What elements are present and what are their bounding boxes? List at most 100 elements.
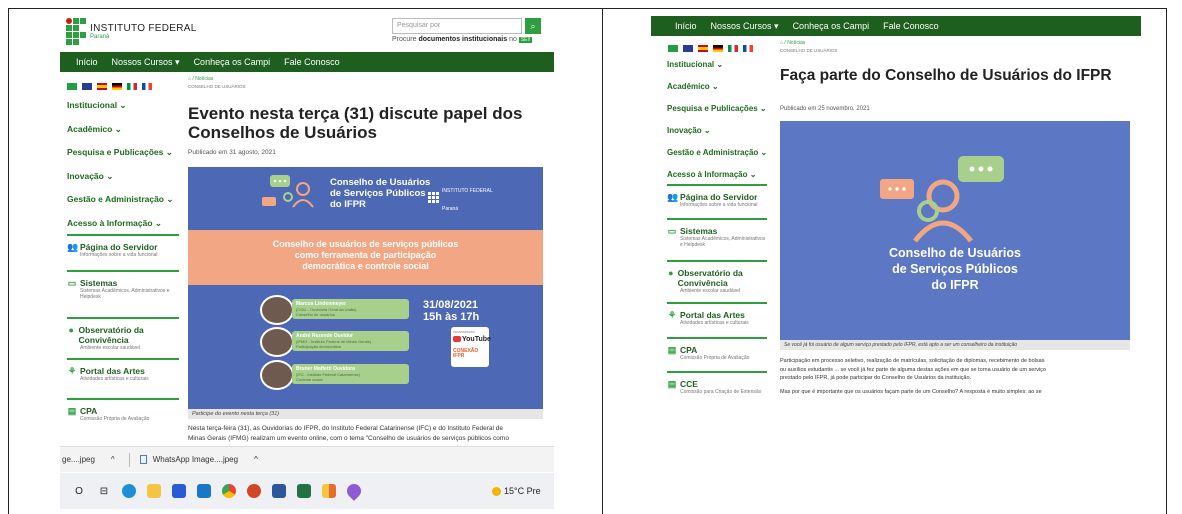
logo-sub: Paraná [90, 34, 110, 40]
chat-icon: ● [68, 325, 74, 335]
speaker-topic: Conselho de usuários [296, 312, 335, 317]
task-view-icon[interactable]: ⊟ [97, 484, 111, 498]
menu-gestao[interactable]: Gestão e Administração ⌄ [67, 194, 179, 218]
breadcrumb[interactable]: ⌂ / Notícias [188, 76, 213, 82]
side-menu: Institucional ⌄ Acadêmico ⌄ Pesquisa e P… [667, 60, 779, 192]
menu-gestao[interactable]: Gestão e Administração ⌄ [667, 148, 779, 170]
side-link-cpa[interactable]: ▤ CPA Comissão Própria de Avaliação [667, 337, 767, 371]
speaker-card: André Rezende Ouvidor (IFMG - Instituto … [292, 331, 409, 351]
nav-item-inicio[interactable]: Início [675, 21, 697, 31]
edge-browser-icon[interactable] [122, 484, 136, 498]
download-item-2[interactable]: WhatsApp Image....jpeg [153, 455, 238, 464]
side-link-cce[interactable]: ▤ CCE Comissão para Criação de Extensão [667, 371, 767, 407]
language-flags [668, 45, 753, 52]
flag-spain-icon[interactable] [698, 45, 708, 52]
weather-widget[interactable]: 15°C Pre [492, 486, 541, 496]
weather-text: 15°C Pre [504, 486, 541, 496]
side-link-title: Sistemas [680, 226, 718, 236]
side-link-portal-artes[interactable]: ⚘ Portal das Artes Atividades artísticas … [67, 358, 179, 394]
event-banner-image: Conselho de Usuários de Serviços Público… [188, 167, 543, 409]
banner-title: Conselho de Usuários de Serviços Público… [780, 245, 1130, 293]
nav-item-cursos[interactable]: Nossos Cursos ▾ [112, 57, 180, 68]
breadcrumb[interactable]: ⌂ / Notícias [780, 40, 805, 46]
main-nav: Início Nossos Cursos ▾ Conheça os Campi … [60, 52, 554, 72]
search-button[interactable]: ⌕ [525, 18, 541, 34]
theater-icon: ⚘ [667, 310, 677, 320]
flag-germany-icon[interactable] [112, 83, 122, 90]
menu-academico[interactable]: Acadêmico ⌄ [67, 124, 179, 148]
side-link-portal-artes[interactable]: ⚘ Portal das Artes Atividades artísticas … [667, 302, 767, 336]
banner-logo-sub: Paraná [442, 206, 459, 212]
side-link-sistemas[interactable]: ▭ Sistemas Sistemas Acadêmicos, Administr… [67, 270, 179, 310]
download-item-1-menu[interactable]: ^ [111, 455, 115, 464]
flag-spain-icon[interactable] [97, 83, 107, 90]
menu-institucional[interactable]: Institucional ⌄ [67, 100, 179, 124]
flag-france-icon[interactable] [743, 45, 753, 52]
flag-italy-icon[interactable] [728, 45, 738, 52]
council-banner-image: Conselho de Usuários de Serviços Público… [780, 121, 1130, 340]
nav-item-cursos[interactable]: Nossos Cursos ▾ [711, 21, 779, 32]
side-link-sub: Informações sobre a vida funcional [80, 252, 158, 258]
menu-institucional[interactable]: Institucional ⌄ [667, 60, 779, 82]
banner-theme-line: Conselho de usuários de serviços público… [272, 239, 459, 249]
search-icon: ⌕ [530, 21, 536, 31]
banner-ifpr-logo: INSTITUTO FEDERAL Paraná [428, 179, 493, 215]
side-link-sub: Sistemas Acadêmicos, Administrativos e H… [80, 288, 170, 300]
menu-pesquisa[interactable]: Pesquisa e Publicações ⌄ [67, 147, 179, 171]
nav-item-contato[interactable]: Fale Conosco [883, 21, 939, 31]
side-link-observatorio[interactable]: ● Observatório da Convivência Ambiente es… [67, 317, 179, 363]
flag-brazil-icon[interactable] [668, 45, 678, 52]
side-link-pagina-servidor[interactable]: 👥 Página do Servidor Informações sobre a … [67, 234, 179, 268]
article-body-line: Minas Gerais (IFMG) realizam um evento o… [188, 435, 509, 442]
menu-academico[interactable]: Acadêmico ⌄ [667, 82, 779, 104]
illustration-people-chat [880, 156, 1004, 243]
flag-uk-icon[interactable] [683, 45, 693, 52]
side-link-sub: Comissão para Criação de Extensão [680, 389, 762, 395]
office-icon[interactable] [322, 484, 336, 498]
flag-germany-icon[interactable] [713, 45, 723, 52]
nav-item-inicio[interactable]: Início [76, 57, 98, 67]
article-body: Nesta terça-feira (31), as Ouvidorias do… [188, 424, 543, 444]
excel-icon[interactable] [297, 484, 311, 498]
flag-france-icon[interactable] [142, 83, 152, 90]
file-explorer-icon[interactable] [147, 484, 161, 498]
flag-italy-icon[interactable] [127, 83, 137, 90]
search-hint-link[interactable]: documentos institucionais [418, 36, 507, 43]
store-icon[interactable] [172, 484, 186, 498]
search-hint-prefix: Procure [392, 36, 419, 43]
search-input[interactable]: Pesquisar por [392, 18, 522, 34]
download-item-2-menu[interactable]: ^ [254, 455, 258, 464]
article-body-line: Participação em processo seletivo, reali… [780, 358, 1045, 364]
menu-pesquisa[interactable]: Pesquisa e Publicações ⌄ [667, 104, 779, 126]
nav-item-contato[interactable]: Fale Conosco [284, 57, 340, 67]
article-body: Participação em processo seletivo, reali… [780, 357, 1130, 396]
chrome-icon[interactable] [222, 484, 236, 498]
search-icon[interactable]: O [72, 484, 86, 498]
article-headline: Faça parte do Conselho de Usuários do IF… [780, 67, 1112, 84]
side-link-title: CCE [680, 379, 698, 389]
side-link-pagina-servidor[interactable]: 👥 Página do Servidor Informações sobre a … [667, 184, 767, 216]
mail-icon[interactable] [197, 484, 211, 498]
speaker-photo [260, 360, 294, 390]
word-icon[interactable] [272, 484, 286, 498]
side-link-cpa[interactable]: ▤ CPA Comissão Própria de Avaliação [67, 398, 179, 434]
image-caption: Participe do evento nesta terça (31) [188, 409, 543, 419]
ifpr-logo[interactable]: INSTITUTO FEDERAL Paraná [66, 18, 197, 45]
flag-brazil-icon[interactable] [67, 83, 77, 90]
nav-item-campi[interactable]: Conheça os Campi [194, 57, 271, 67]
nav-item-campi[interactable]: Conheça os Campi [793, 21, 870, 31]
menu-inovacao[interactable]: Inovação ⌄ [67, 171, 179, 195]
flag-uk-icon[interactable] [82, 83, 92, 90]
event-datetime: 31/08/2021 15h às 17h [423, 299, 479, 323]
side-link-title: Sistemas [80, 278, 118, 288]
divider [128, 452, 130, 467]
youtube-label: YouTube [462, 336, 491, 343]
side-link-sistemas[interactable]: ▭ Sistemas Sistemas Acadêmicos, Administr… [667, 218, 767, 258]
sei-badge[interactable]: SEI! [518, 37, 533, 43]
banner-title-line: de Serviços Públicos [330, 188, 426, 199]
side-link-observatorio[interactable]: ● Observatório da Convivência Ambiente es… [667, 260, 767, 302]
powerpoint-icon[interactable] [247, 484, 261, 498]
download-item-1[interactable]: ge....jpeg [62, 455, 95, 464]
menu-inovacao[interactable]: Inovação ⌄ [667, 126, 779, 148]
water-drop-icon[interactable] [344, 481, 364, 501]
